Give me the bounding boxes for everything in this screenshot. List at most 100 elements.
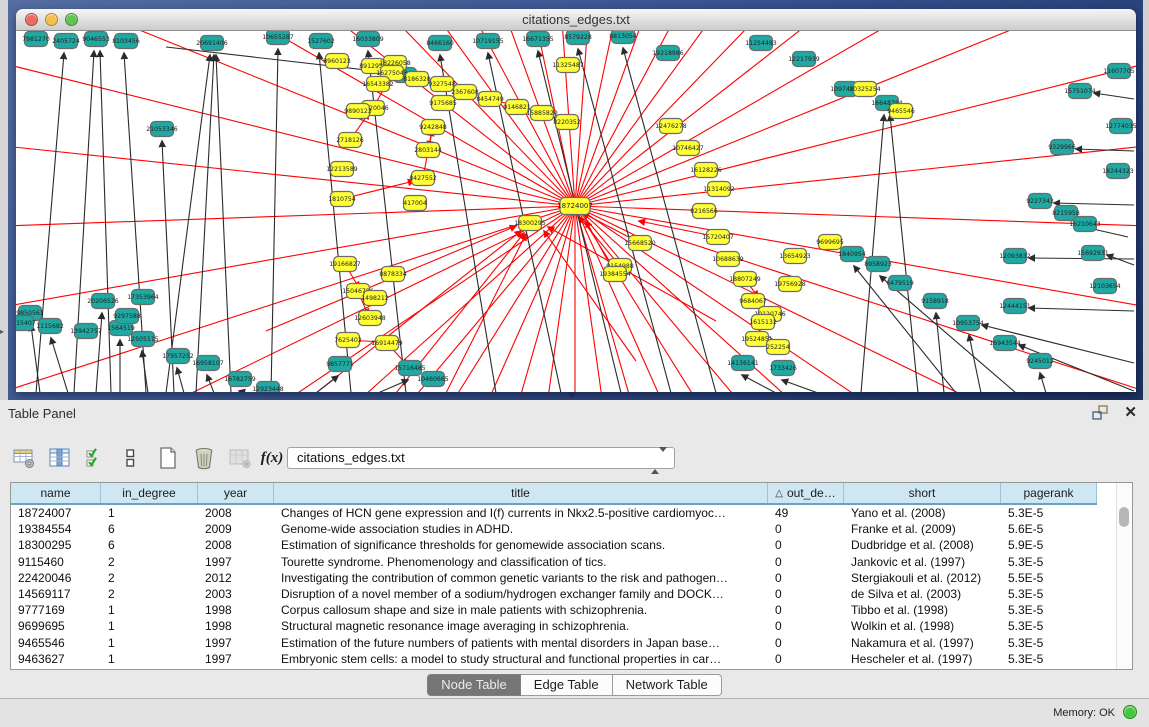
table-cell[interactable]: 14569117 bbox=[11, 587, 101, 601]
table-body[interactable]: 1872400712008Changes of HCN gene express… bbox=[11, 505, 1132, 667]
network-node[interactable]: 8813054 bbox=[609, 31, 637, 44]
table-cell[interactable]: 2 bbox=[101, 555, 198, 569]
network-node[interactable]: 11314092 bbox=[703, 182, 735, 197]
network-nodes[interactable]: 7981270240572490465538103456206914061065… bbox=[16, 31, 1136, 392]
column-header-year[interactable]: year bbox=[198, 483, 274, 503]
table-cell[interactable]: 0 bbox=[768, 636, 844, 650]
network-node[interactable]: 16128226 bbox=[690, 163, 722, 178]
table-cell[interactable]: 5.9E-5 bbox=[1001, 538, 1097, 552]
table-cell[interactable]: 0 bbox=[768, 538, 844, 552]
network-node[interactable]: 16782759 bbox=[224, 372, 256, 387]
close-panel-icon[interactable]: ✕ bbox=[1124, 403, 1137, 421]
network-node[interactable]: 8960123 bbox=[323, 54, 351, 69]
show-columns-icon[interactable] bbox=[46, 444, 74, 472]
table-cell[interactable]: Dudbridge et al. (2008) bbox=[844, 538, 1001, 552]
network-node[interactable]: 8216566 bbox=[690, 204, 718, 219]
network-node[interactable]: 2718126 bbox=[336, 133, 364, 148]
network-node[interactable]: 1498212 bbox=[361, 291, 389, 306]
table-row[interactable]: 1830029562008Estimation of significance … bbox=[11, 537, 1132, 553]
network-node[interactable]: 17957252 bbox=[162, 349, 194, 364]
table-cell[interactable]: 1 bbox=[101, 506, 198, 520]
table-cell[interactable]: Stergiakouli et al. (2012) bbox=[844, 571, 1001, 585]
minimize-window-button[interactable] bbox=[45, 13, 58, 26]
table-cell[interactable]: 0 bbox=[768, 619, 844, 633]
network-node[interactable]: 12103654 bbox=[1089, 279, 1121, 294]
network-node[interactable]: 12774035 bbox=[1105, 119, 1136, 134]
network-node[interactable]: 8186328 bbox=[403, 72, 431, 87]
network-node[interactable]: 7981270 bbox=[22, 32, 50, 47]
zoom-window-button[interactable] bbox=[65, 13, 78, 26]
table-cell[interactable]: 1 bbox=[101, 619, 198, 633]
table-cell[interactable]: Hescheler et al. (1997) bbox=[844, 652, 1001, 666]
table-cell[interactable]: 6 bbox=[101, 522, 198, 536]
table-cell[interactable]: Franke et al. (2009) bbox=[844, 522, 1001, 536]
network-node[interactable]: 16914479 bbox=[371, 336, 403, 351]
table-cell[interactable]: 6 bbox=[101, 538, 198, 552]
table-cell[interactable]: 5.6E-5 bbox=[1001, 522, 1097, 536]
network-node[interactable]: 8579228 bbox=[564, 31, 592, 45]
table-cell[interactable]: Estimation of significance thresholds fo… bbox=[274, 538, 768, 552]
table-cell[interactable]: 5.3E-5 bbox=[1001, 619, 1097, 633]
table-cell[interactable]: 1998 bbox=[198, 619, 274, 633]
table-cell[interactable]: 22420046 bbox=[11, 571, 101, 585]
network-node[interactable]: 16958107 bbox=[192, 356, 224, 371]
table-cell[interactable]: 0 bbox=[768, 603, 844, 617]
table-cell[interactable]: 9699695 bbox=[11, 619, 101, 633]
table-cell[interactable]: 5.3E-5 bbox=[1001, 506, 1097, 520]
network-node[interactable]: 10746427 bbox=[672, 141, 704, 156]
table-cell[interactable]: Jankovic et al. (1997) bbox=[844, 555, 1001, 569]
network-node[interactable]: 16943544 bbox=[989, 336, 1021, 351]
network-node[interactable]: 15751074 bbox=[1064, 84, 1096, 99]
network-node[interactable]: 417004 bbox=[403, 196, 427, 211]
collapse-arrow-icon[interactable]: ▸ bbox=[0, 328, 4, 336]
left-collapse-strip[interactable]: ▸ bbox=[0, 0, 8, 400]
table-cell[interactable]: Corpus callosum shape and size in male p… bbox=[274, 603, 768, 617]
column-header-short[interactable]: short bbox=[844, 483, 1001, 503]
table-cell[interactable]: 2008 bbox=[198, 506, 274, 520]
network-node[interactable]: 9245012 bbox=[1026, 354, 1054, 369]
network-node[interactable]: 20691406 bbox=[196, 36, 228, 51]
table-cell[interactable]: Changes of HCN gene expression and I(f) … bbox=[274, 506, 768, 520]
tab-network-table[interactable]: Network Table bbox=[613, 674, 722, 696]
table-cell[interactable]: 9777169 bbox=[11, 603, 101, 617]
tab-node-table[interactable]: Node Table bbox=[427, 674, 521, 696]
column-header-pagerank[interactable]: pagerank bbox=[1001, 483, 1097, 503]
network-node[interactable]: 10688639 bbox=[712, 252, 744, 267]
table-row[interactable]: 946362711997Embryonic stem cells: a mode… bbox=[11, 651, 1132, 667]
network-canvas[interactable]: 7981270240572490465538103456206914061065… bbox=[16, 31, 1136, 392]
table-vertical-scrollbar[interactable] bbox=[1116, 483, 1132, 669]
network-node[interactable]: 10655287 bbox=[262, 31, 294, 45]
table-row[interactable]: 1872400712008Changes of HCN gene express… bbox=[11, 505, 1132, 521]
column-header-in_degree[interactable]: in_degree bbox=[101, 483, 198, 503]
column-header-out_de[interactable]: △out_de… bbox=[768, 483, 844, 503]
network-node[interactable]: 12476278 bbox=[655, 119, 687, 134]
network-node[interactable]: 9699695 bbox=[816, 235, 844, 250]
network-node[interactable]: 9329966 bbox=[1048, 140, 1076, 155]
table-row[interactable]: 911546021997Tourette syndrome. Phenomeno… bbox=[11, 554, 1132, 570]
network-node[interactable]: 19384554 bbox=[599, 267, 631, 282]
table-cell[interactable]: 1 bbox=[101, 603, 198, 617]
network-node[interactable]: 9465546 bbox=[887, 104, 915, 119]
node-table[interactable]: namein_degreeyeartitle△out_de…shortpager… bbox=[10, 482, 1133, 670]
close-window-button[interactable] bbox=[25, 13, 38, 26]
network-node[interactable]: 9227343 bbox=[1026, 194, 1054, 209]
table-cell[interactable]: 18724007 bbox=[11, 506, 101, 520]
table-cell[interactable]: 2009 bbox=[198, 522, 274, 536]
network-node[interactable]: 11607705 bbox=[1103, 64, 1135, 79]
network-node[interactable]: 8220352 bbox=[553, 115, 581, 130]
table-cell[interactable]: 0 bbox=[768, 555, 844, 569]
table-cell[interactable]: 9465546 bbox=[11, 636, 101, 650]
tab-edge-table[interactable]: Edge Table bbox=[521, 674, 613, 696]
table-cell[interactable]: 2 bbox=[101, 571, 198, 585]
column-header-title[interactable]: title bbox=[274, 483, 768, 503]
network-node[interactable]: 12603948 bbox=[354, 311, 386, 326]
float-panel-icon[interactable] bbox=[1091, 405, 1109, 421]
network-node[interactable]: 12217939 bbox=[788, 52, 820, 67]
table-cell[interactable]: Wolkin et al. (1998) bbox=[844, 619, 1001, 633]
network-node[interactable]: 8454749 bbox=[476, 92, 504, 107]
network-node[interactable]: 8958923 bbox=[864, 257, 892, 272]
table-cell[interactable]: Investigating the contribution of common… bbox=[274, 571, 768, 585]
table-cell[interactable]: Estimation of the future numbers of pati… bbox=[274, 636, 768, 650]
table-cell[interactable]: 0 bbox=[768, 522, 844, 536]
table-cell[interactable]: Nakamura et al. (1997) bbox=[844, 636, 1001, 650]
